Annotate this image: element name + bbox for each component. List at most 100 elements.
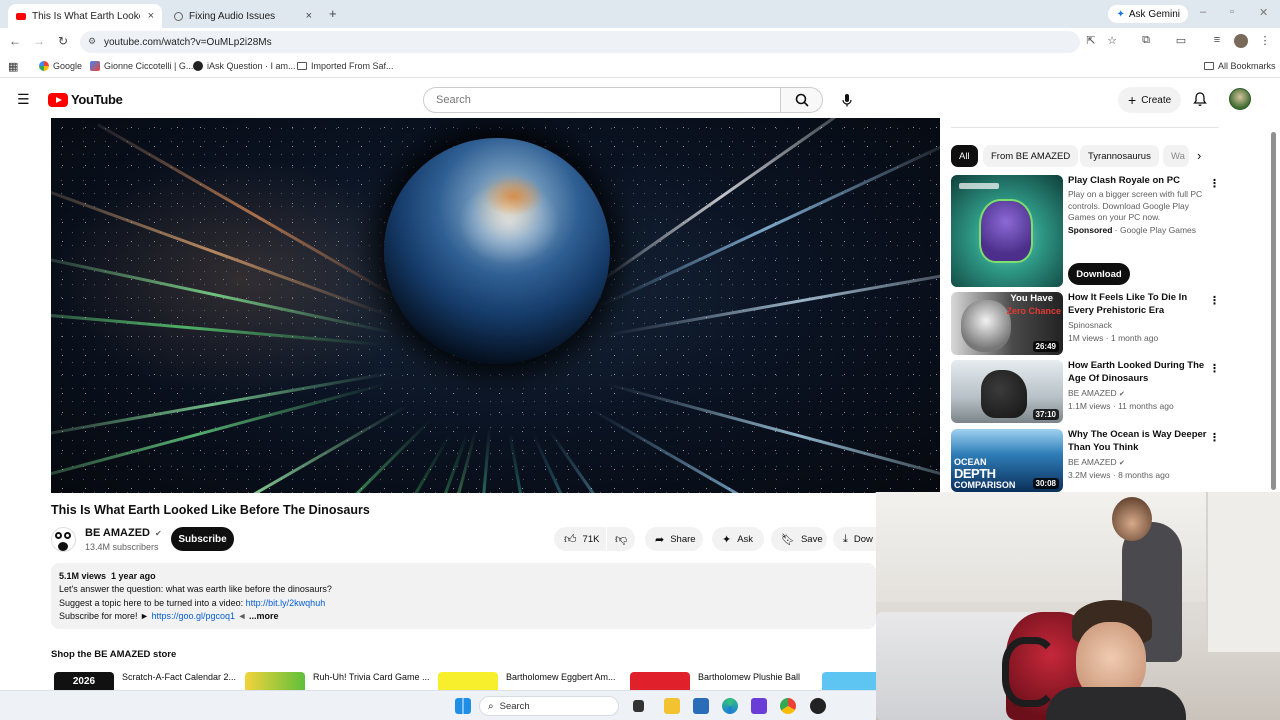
chip-tyrannosaurus[interactable]: Tyrannosaurus (1080, 145, 1159, 167)
chip-from-be-amazed[interactable]: From BE AMAZED (983, 145, 1079, 167)
thumb-overlay-text: COMPARISON (954, 480, 1016, 490)
store-icon[interactable] (693, 698, 709, 714)
recommended-video[interactable]: OCEAN DEPTH COMPARISON 30:08 Why The Oce… (951, 429, 1221, 492)
reading-list-icon[interactable]: ≡ (1210, 34, 1224, 48)
apps-grid-icon[interactable]: ▦ (8, 60, 18, 73)
download-button[interactable]: ⤓ Dow (833, 527, 876, 551)
video-player[interactable] (51, 118, 940, 493)
bookmark-iask[interactable]: iAsk Question · I am... (193, 61, 296, 71)
more-options-icon[interactable]: ⋮ (1209, 177, 1220, 190)
more-options-icon[interactable]: ⋮ (1209, 294, 1220, 307)
reload-icon[interactable]: ↻ (55, 34, 71, 48)
earth-landmass (484, 176, 544, 216)
search-button[interactable] (781, 87, 823, 113)
save-button[interactable]: 🔖︎ Save (771, 527, 827, 551)
edge-icon[interactable] (722, 698, 738, 714)
sponsored-ad[interactable]: Play Clash Royale on PC Play on a bigger… (951, 175, 1221, 287)
like-count: 71K (582, 533, 600, 545)
voice-search-button[interactable] (834, 87, 860, 113)
obs-icon[interactable] (810, 698, 826, 714)
sponsored-label: Sponsored (1068, 225, 1113, 235)
recommended-video[interactable]: You Have Zero Chance 26:49 How It Feels … (951, 292, 1221, 355)
site-info-icon[interactable]: ⚙ (88, 36, 96, 47)
ask-gemini-button[interactable]: ✦ Ask Gemini (1108, 5, 1188, 23)
shop-item[interactable]: Bartholomew Plushie Ball (630, 672, 800, 692)
channel-avatar[interactable] (51, 527, 76, 552)
tab-close-icon[interactable]: × (148, 10, 154, 22)
back-icon[interactable]: ← (7, 34, 23, 48)
bookmark-star-icon[interactable]: ☆ (1105, 34, 1119, 48)
all-bookmarks-folder[interactable]: All Bookmarks (1204, 61, 1276, 71)
more-options-icon[interactable]: ⋮ (1209, 431, 1220, 444)
chip-partial[interactable]: Wa (1163, 145, 1189, 167)
show-more-button[interactable]: ...more (249, 611, 279, 621)
channel-name-text: BE AMAZED (85, 527, 150, 539)
create-button[interactable]: + Create (1118, 87, 1182, 113)
shop-item[interactable]: Bartholomew Eggbert Am... (438, 672, 616, 692)
chevron-right-icon[interactable]: › (1197, 148, 1201, 163)
subscribe-link[interactable]: https://goo.gl/pgcoq1 (151, 611, 235, 621)
windows-start-icon[interactable] (455, 698, 471, 714)
address-bar[interactable]: ⚙ youtube.com/watch?v=OuMLp2i28Ms (80, 31, 1080, 53)
ask-label: Ask (737, 533, 754, 545)
youtube-logo[interactable]: YouTube (48, 92, 123, 107)
microphone-icon (842, 94, 852, 107)
verified-check-icon: ✔ (155, 529, 162, 538)
page-scrollbar[interactable] (1271, 132, 1276, 490)
shop-item-thumbnail-partial[interactable] (822, 672, 876, 690)
menu-kebab-icon[interactable]: ⋮ (1258, 34, 1272, 48)
ad-download-button[interactable]: Download (1068, 263, 1130, 285)
bookmark-folder-imported[interactable]: Imported From Saf... (297, 61, 394, 71)
share-button[interactable]: ➦ Share (645, 527, 703, 551)
split-view-icon[interactable]: ▭ (1174, 34, 1188, 48)
shop-item[interactable]: 2026 Scratch-A-Fact Calendar 2... (54, 672, 236, 692)
tab-active[interactable]: This Is What Earth Looked Like × (8, 4, 162, 28)
notifications-bell-icon[interactable] (1193, 92, 1207, 107)
task-view-icon[interactable] (633, 700, 644, 712)
webcam-overlay (876, 492, 1280, 720)
apps-icon[interactable] (751, 698, 767, 714)
browser-tab-bar: This Is What Earth Looked Like × Fixing … (0, 0, 1280, 28)
like-button[interactable]: 👍︎ 71K (554, 527, 606, 551)
topic-link[interactable]: http://bit.ly/2kwqhuh (246, 598, 326, 608)
upload-age: 1 year ago (111, 571, 156, 581)
taskbar-search[interactable]: ⌕ Search (479, 696, 619, 716)
maximize-icon[interactable]: ▫ (1230, 6, 1234, 18)
shop-item-title: Ruh-Uh! Trivia Card Game ... (313, 672, 430, 682)
browser-toolbar: ← → ↻ ⚙ youtube.com/watch?v=OuMLp2i28Ms … (0, 28, 1280, 56)
user-avatar[interactable] (1229, 88, 1251, 110)
bookmark-google[interactable]: Google (39, 61, 82, 71)
shop-item[interactable]: Ruh-Uh! Trivia Card Game ... (245, 672, 430, 692)
shop-item-thumbnail (630, 672, 690, 690)
extensions-icon[interactable]: ⧉ (1139, 34, 1153, 48)
gemini-icon (90, 61, 100, 71)
video-description[interactable]: 5.1M views 1 year ago Let's answer the q… (51, 563, 876, 629)
dislike-button[interactable]: 👎︎ (607, 527, 635, 551)
bookmark-gionne[interactable]: Gionne Ciccotelli | G... (90, 61, 193, 71)
close-window-icon[interactable]: ✕ (1259, 6, 1268, 19)
chip-all[interactable]: All (951, 145, 978, 167)
minimize-icon[interactable]: – (1200, 6, 1206, 18)
bookmark-label: Imported From Saf... (311, 61, 394, 71)
chrome-icon[interactable] (780, 698, 796, 714)
person-background-head (1112, 497, 1152, 541)
recommended-video[interactable]: 37:10 How Earth Looked During The Age Of… (951, 360, 1221, 423)
search-input[interactable]: Search (423, 87, 781, 113)
ask-gemini-label: Ask Gemini (1128, 8, 1180, 20)
channel-name[interactable]: BE AMAZED ✔ (85, 527, 162, 539)
avatar-eye-right (64, 532, 71, 539)
profile-avatar-icon[interactable] (1234, 34, 1248, 48)
tab-inactive[interactable]: Fixing Audio Issues × (166, 4, 320, 28)
hamburger-menu-icon[interactable]: ☰ (17, 91, 30, 108)
save-label: Save (800, 533, 823, 545)
install-icon[interactable]: ⇱ (1084, 34, 1098, 48)
ask-button[interactable]: ✦ Ask (712, 527, 764, 551)
file-explorer-icon[interactable] (664, 698, 680, 714)
more-options-icon[interactable]: ⋮ (1209, 362, 1220, 375)
duration-badge: 37:10 (1032, 409, 1059, 420)
tab-close-icon[interactable]: × (306, 10, 312, 22)
video-thumbnail: OCEAN DEPTH COMPARISON 30:08 (951, 429, 1063, 492)
forward-icon[interactable]: → (31, 34, 47, 48)
new-tab-button[interactable]: + (329, 6, 337, 21)
subscribe-button[interactable]: Subscribe (171, 527, 234, 551)
